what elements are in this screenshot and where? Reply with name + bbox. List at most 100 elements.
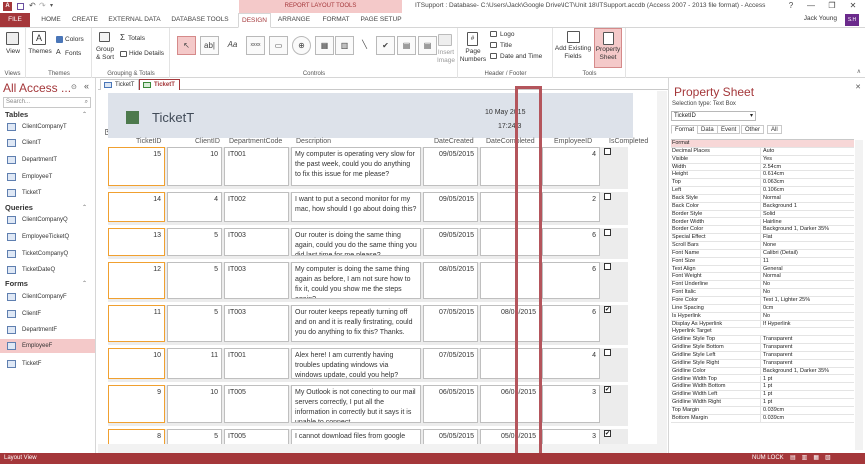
nav-section-queries[interactable]: Queries	[5, 203, 33, 212]
iscompleted-checkbox[interactable]: ✔	[604, 386, 611, 393]
property-row[interactable]: Gridline Style Left Transparent	[671, 351, 854, 360]
cell-clientid[interactable]: 11	[167, 348, 222, 379]
doc-tab-tickett-report[interactable]: TicketT	[139, 79, 180, 90]
property-value[interactable]: Yes	[760, 155, 854, 163]
access-app-icon[interactable]: A	[3, 2, 12, 11]
cell-employeeid[interactable]: 2	[542, 192, 600, 222]
tab-page-setup[interactable]: PAGE SETUP	[358, 13, 404, 27]
cell-description[interactable]: My computer is doing the same thing agai…	[291, 262, 421, 299]
property-row[interactable]: Border Style Solid	[671, 210, 854, 219]
property-row[interactable]: Width 2.54cm	[671, 163, 854, 172]
nav-item-employeeticketq[interactable]: EmployeeTicketQ	[0, 230, 95, 244]
cell-description[interactable]: Our router is doing the same thing again…	[291, 228, 421, 256]
property-sheet-button[interactable]: Property Sheet	[594, 28, 622, 68]
property-value[interactable]: Background 1	[760, 202, 854, 210]
cell-clientid[interactable]: 5	[167, 262, 222, 299]
add-existing-fields-button[interactable]: Add Existing Fields	[554, 45, 592, 61]
cell-employeeid[interactable]: 6	[542, 262, 600, 299]
view-button[interactable]: View	[0, 48, 26, 56]
property-value[interactable]: Transparent	[760, 351, 854, 359]
property-row[interactable]: Visible Yes	[671, 155, 854, 164]
cell-departmentcode[interactable]: IT001	[224, 147, 289, 186]
property-row[interactable]: Text Align General	[671, 265, 854, 274]
chart-control-icon[interactable]: ▥	[335, 36, 354, 55]
totals-button[interactable]: Totals	[128, 35, 145, 43]
property-value[interactable]: 1 pt	[760, 391, 854, 399]
property-value[interactable]: 1 pt	[760, 375, 854, 383]
redo-icon[interactable]: ↷	[39, 1, 46, 10]
ps-tab-all[interactable]: All	[767, 125, 782, 134]
property-row[interactable]: Gridline Style Right Transparent	[671, 359, 854, 368]
property-row[interactable]: Line Spacing 0cm	[671, 304, 854, 313]
nav-item-departmentf[interactable]: DepartmentF	[0, 323, 95, 337]
property-value[interactable]: Hairline	[760, 218, 854, 226]
property-value[interactable]: Transparent	[760, 344, 854, 352]
nav-item-employeef[interactable]: EmployeeF	[0, 339, 95, 353]
property-value[interactable]: 0.039cm	[760, 414, 854, 422]
cell-ticketid[interactable]: 15	[108, 147, 165, 186]
property-value[interactable]: 0.614cm	[760, 171, 854, 179]
tab-format[interactable]: FORMAT	[318, 13, 354, 27]
property-row[interactable]: Font Size 11	[671, 257, 854, 266]
property-value[interactable]: Solid	[760, 210, 854, 218]
nav-search[interactable]: Search... ⌕	[3, 97, 91, 108]
textbox-control-icon[interactable]: ab|	[200, 36, 219, 55]
property-row[interactable]: Format	[671, 140, 854, 148]
nav-item-clientcompanyf[interactable]: ClientCompanyF	[0, 290, 95, 304]
property-value[interactable]: No	[760, 312, 854, 320]
nav-item-ticketf[interactable]: TicketF	[0, 357, 95, 371]
doc-tab-tickett-table[interactable]: TicketT	[100, 79, 140, 90]
property-value[interactable]: Auto	[760, 147, 854, 155]
cell-employeeid[interactable]: 6	[542, 305, 600, 342]
nav-item-clientcompanyq[interactable]: ClientCompanyQ	[0, 213, 95, 227]
tab-arrange[interactable]: ARRANGE	[275, 13, 313, 27]
cell-description[interactable]: Our router keeps repeatly turning off an…	[291, 305, 421, 342]
property-value[interactable]: 0.063cm	[760, 179, 854, 187]
fonts-button[interactable]: Fonts	[65, 50, 81, 58]
avatar[interactable]: S.H	[845, 14, 859, 26]
report-title[interactable]: TicketT	[152, 110, 194, 125]
cell-ticketid[interactable]: 13	[108, 228, 165, 256]
iscompleted-checkbox[interactable]	[604, 148, 611, 155]
iscompleted-checkbox[interactable]: ✔	[604, 430, 611, 437]
tab-create[interactable]: CREATE	[69, 13, 101, 27]
logo-button[interactable]: Logo	[500, 31, 514, 39]
property-value[interactable]: No	[760, 289, 854, 297]
cell-employeeid[interactable]: 6	[542, 228, 600, 256]
cell-datecreated[interactable]: 08/05/2015	[423, 262, 478, 299]
property-value[interactable]: No	[760, 281, 854, 289]
title-button[interactable]: Title	[500, 42, 512, 50]
cell-departmentcode[interactable]: IT003	[224, 262, 289, 299]
property-row[interactable]: Gridline Style Top Transparent	[671, 336, 854, 345]
nav-item-tickett[interactable]: TicketT	[0, 186, 95, 200]
restore-button[interactable]: ❐	[822, 0, 842, 12]
property-row[interactable]: Gridline Width Left 1 pt	[671, 391, 854, 400]
cell-departmentcode[interactable]: IT001	[224, 348, 289, 379]
ps-tab-other[interactable]: Other	[741, 125, 765, 134]
undo-icon[interactable]: ↶	[29, 1, 36, 10]
property-row[interactable]: Gridline Width Right 1 pt	[671, 399, 854, 407]
tab-design[interactable]: DESIGN	[238, 13, 271, 28]
hyperlink-control-icon[interactable]: ⊕	[292, 36, 311, 55]
property-value[interactable]: Normal	[760, 194, 854, 202]
property-value[interactable]: Text 1, Lighter 25%	[760, 297, 854, 304]
tab-home[interactable]: HOME	[36, 13, 66, 27]
cell-description[interactable]: I want to put a second monitor for my ma…	[291, 192, 421, 222]
property-row[interactable]: Gridline Color Background 1, Darker 35%	[671, 367, 854, 376]
property-row[interactable]: Bottom Margin 0.039cm	[671, 414, 854, 423]
cell-employeeid[interactable]: 4	[542, 348, 600, 379]
property-row[interactable]: Fore Color Text 1, Lighter 25%	[671, 297, 854, 305]
property-value[interactable]: Background 1, Darker 35%	[760, 226, 854, 234]
property-value[interactable]: 11	[760, 257, 854, 265]
ps-tab-data[interactable]: Data	[697, 125, 718, 134]
property-row[interactable]: Left 0.106cm	[671, 187, 854, 195]
nav-item-departmentt[interactable]: DepartmentT	[0, 153, 95, 167]
property-value[interactable]: 0.106cm	[760, 187, 854, 195]
cell-departmentcode[interactable]: IT003	[224, 305, 289, 342]
report-logo-icon[interactable]	[126, 111, 139, 124]
cell-ticketid[interactable]: 11	[108, 305, 165, 342]
property-value[interactable]: 1 pt	[760, 383, 854, 391]
nav-title[interactable]: All Access ...	[3, 81, 71, 95]
iscompleted-checkbox[interactable]	[604, 349, 611, 356]
cell-description[interactable]: My Outlook is not conecting to our mail …	[291, 385, 421, 423]
